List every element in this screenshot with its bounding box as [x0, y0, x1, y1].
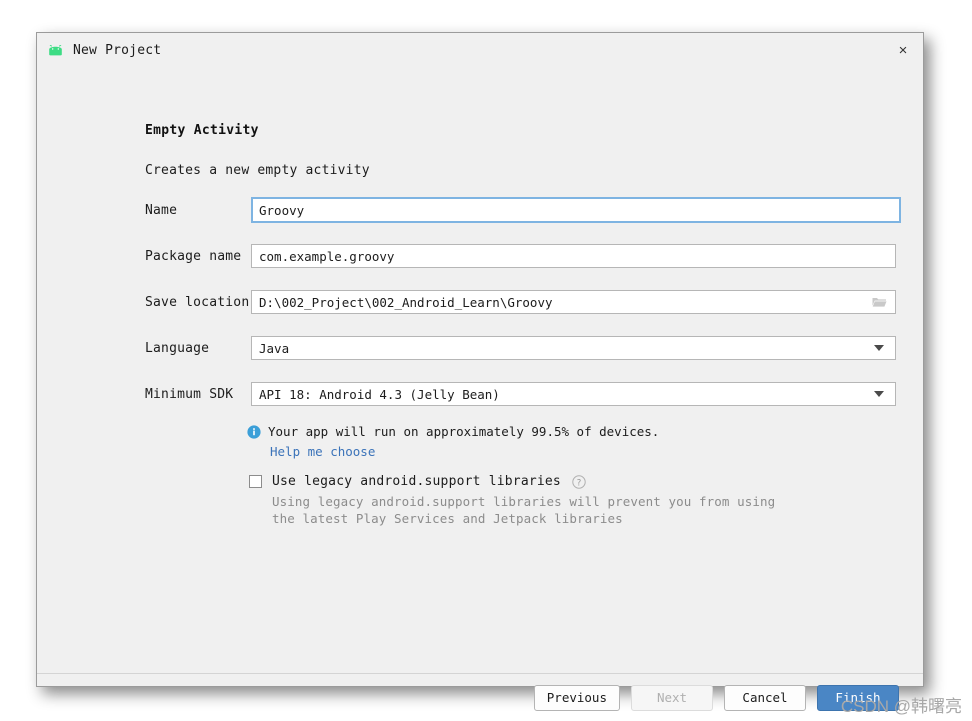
chevron-down-icon[interactable]: [871, 383, 887, 405]
legacy-support-row: Use legacy android.support libraries ?: [249, 474, 586, 489]
form-row-save-location: Save location D:\002_Project\002_Android…: [145, 290, 896, 314]
label-minimum-sdk: Minimum SDK: [145, 386, 234, 402]
label-language: Language: [145, 340, 210, 356]
language-select-value: Java: [259, 340, 290, 356]
legacy-support-checkbox[interactable]: [249, 475, 262, 488]
page-subtitle: Creates a new empty activity: [145, 163, 370, 178]
previous-button[interactable]: Previous: [533, 684, 620, 711]
close-glyph: ×: [898, 41, 908, 59]
package-name-input-value: com.example.groovy: [259, 248, 395, 264]
android-icon: [47, 44, 64, 57]
legacy-support-description-line1: Using legacy android.support libraries w…: [272, 494, 776, 509]
question-mark-icon[interactable]: ?: [572, 474, 586, 489]
legacy-support-label: Use legacy android.support libraries: [272, 474, 561, 489]
label-name: Name: [145, 202, 178, 218]
dialog-title: New Project: [73, 43, 162, 58]
label-package-name: Package name: [145, 248, 242, 264]
name-input-value: Groovy: [259, 202, 305, 218]
new-project-dialog: New Project × Empty Activity Creates a n…: [36, 32, 924, 711]
sdk-coverage-info: Your app will run on approximately 99.5%…: [247, 424, 659, 439]
save-location-input[interactable]: D:\002_Project\002_Android_Learn\Groovy: [251, 290, 896, 314]
next-button: Next: [631, 684, 713, 711]
label-save-location: Save location: [145, 294, 250, 310]
form-row-name: Name Groovy: [145, 197, 901, 223]
language-select[interactable]: Java: [251, 336, 896, 360]
svg-text:?: ?: [577, 478, 582, 488]
form-row-package-name: Package name com.example.groovy: [145, 244, 896, 268]
minimum-sdk-select[interactable]: API 18: Android 4.3 (Jelly Bean): [251, 382, 896, 406]
legacy-support-description-line2: the latest Play Services and Jetpack lib…: [272, 511, 623, 526]
minimum-sdk-select-value: API 18: Android 4.3 (Jelly Bean): [259, 386, 500, 402]
folder-icon[interactable]: [871, 291, 887, 313]
chevron-down-glyph: [874, 345, 884, 351]
cancel-button[interactable]: Cancel: [724, 684, 806, 711]
package-name-input[interactable]: com.example.groovy: [251, 244, 896, 268]
dialog-footer: Previous Next Cancel Finish: [37, 674, 923, 721]
form-row-minimum-sdk: Minimum SDK API 18: Android 4.3 (Jelly B…: [145, 382, 896, 406]
info-icon: [247, 425, 261, 439]
chevron-down-glyph: [874, 391, 884, 397]
sdk-coverage-text: Your app will run on approximately 99.5%…: [268, 424, 660, 439]
dialog-titlebar: New Project ×: [37, 33, 923, 68]
save-location-input-value: D:\002_Project\002_Android_Learn\Groovy: [259, 294, 553, 310]
watermark: CSDN @韩曙亮: [840, 697, 962, 716]
dialog-body: Empty Activity Creates a new empty activ…: [37, 68, 923, 711]
form-row-language: Language Java: [145, 336, 896, 360]
close-icon[interactable]: ×: [889, 37, 917, 63]
help-me-choose-link[interactable]: Help me choose: [270, 444, 375, 459]
chevron-down-icon[interactable]: [871, 337, 887, 359]
page-title: Empty Activity: [145, 123, 259, 138]
legacy-support-description: Using legacy android.support libraries w…: [272, 493, 775, 527]
name-input[interactable]: Groovy: [251, 197, 901, 223]
